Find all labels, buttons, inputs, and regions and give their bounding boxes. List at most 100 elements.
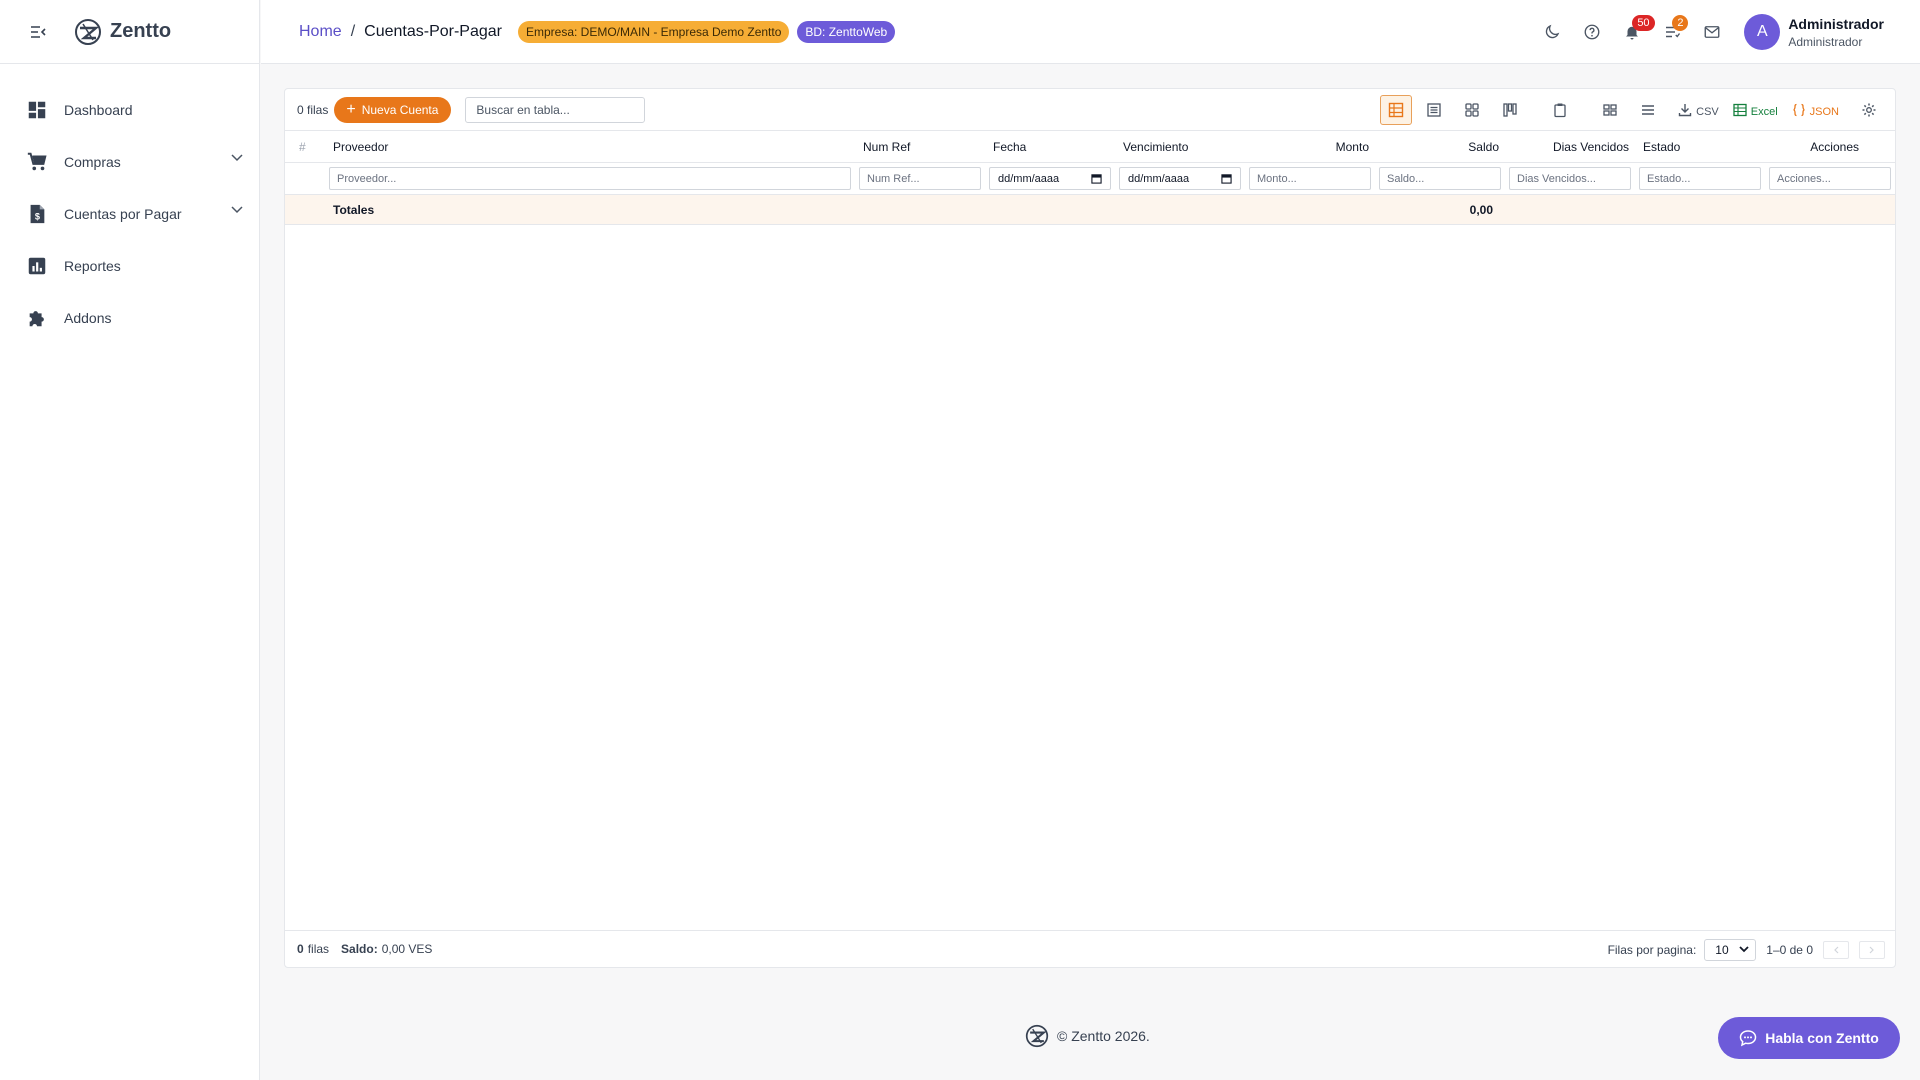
column-header-fecha[interactable]: Fecha [993,140,1026,154]
prev-page-button[interactable] [1823,940,1849,959]
breadcrumb-home-link[interactable]: Home [299,23,342,41]
sidebar-item-addons[interactable]: Addons [0,292,259,344]
dashboard-icon [28,101,46,119]
copyright-text: © Zentto 2026. [1057,1028,1150,1044]
filter-dias-vencidos-input[interactable] [1509,167,1631,190]
kanban-view-button[interactable] [1494,95,1526,125]
tasks-count-badge: 2 [1672,15,1689,31]
table-search-input[interactable] [465,96,646,123]
sidebar: Zentto Dashboard Compras $ Cuentas por P… [0,0,260,1080]
export-json-button[interactable]: JSON [1792,95,1839,125]
sidebar-item-cuentas-por-pagar[interactable]: $ Cuentas por Pagar [0,188,259,240]
totals-label: Totales [333,203,375,217]
cart-icon [27,152,47,171]
chevron-down-icon [231,154,243,162]
avatar[interactable]: A [1744,14,1781,50]
export-excel-button[interactable]: Excel [1733,95,1778,125]
sidebar-item-label: Reportes [64,258,121,274]
page-range: 1–0 de 0 [1766,942,1813,957]
list-view-icon [1427,103,1441,117]
sidebar-item-reportes[interactable]: Reportes [0,240,259,292]
filter-vencimiento-date[interactable]: dd/mm/aaaa [1119,167,1241,190]
new-account-button[interactable]: + Nueva Cuenta [334,96,452,123]
export-excel-label: Excel [1750,106,1778,118]
column-header-estado[interactable]: Estado [1643,140,1680,154]
notifications-button[interactable]: 50 [1612,12,1655,52]
puzzle-icon [29,311,44,327]
page-footer: © Zentto 2026. [1025,1024,1150,1048]
column-header-dias-vencidos[interactable]: Dias Vencidos [1553,140,1629,154]
breadcrumb-current: Cuentas-Por-Pagar [364,22,502,40]
database-badge[interactable]: BD: ZenttoWeb [797,20,896,43]
column-header-proveedor[interactable]: Proveedor [333,140,388,154]
table-header-row: # Proveedor Num Ref Fecha Vencimiento Mo… [285,131,1895,163]
sidebar-nav: Dashboard Compras $ Cuentas por Pagar Re… [0,64,259,344]
view-controls: CSV Excel JSON [1374,95,1885,125]
chat-with-zentto-button[interactable]: Habla con Zentto [1718,1017,1900,1059]
menu-collapse-icon[interactable] [28,22,48,42]
app-logo[interactable]: Zentto [74,18,171,46]
kanban-icon [1503,103,1517,117]
breadcrumb-separator: / [350,22,356,40]
rows-per-page-select[interactable]: 10 [1704,938,1757,961]
filter-num-ref-input[interactable] [859,167,981,190]
saldo-value: 0,00 VES [381,942,433,956]
braces-icon [1792,103,1805,117]
export-csv-button[interactable]: CSV [1678,95,1719,125]
help-button[interactable] [1572,12,1612,52]
table-grid-icon [1388,102,1404,118]
settings-button[interactable] [1853,95,1885,125]
chevron-down-icon [1739,946,1749,953]
column-header-vencimiento[interactable]: Vencimiento [1123,140,1188,154]
columns-button[interactable] [1632,95,1664,125]
sidebar-item-label: Addons [64,310,112,326]
row-total-label: filas [307,942,330,956]
table-filter-row: dd/mm/aaaa dd/mm/aaaa [285,163,1895,195]
cards-view-button[interactable] [1456,95,1488,125]
density-button[interactable] [1594,95,1626,125]
filter-acciones-input[interactable] [1769,167,1891,190]
filter-fecha-date[interactable]: dd/mm/aaaa [989,167,1111,190]
clipboard-button[interactable] [1544,95,1576,125]
rows-per-page-value: 10 [1715,942,1729,957]
data-grid-panel: 0 filas + Nueva Cuenta Buscar en tabla..… [284,88,1896,968]
download-icon [1678,104,1692,117]
dark-mode-button[interactable] [1532,12,1572,52]
topbar: Home / Cuentas-Por-Pagar Empresa: DEMO/M… [261,0,1920,64]
table-view-button[interactable] [1380,95,1413,125]
column-header-monto[interactable]: Monto [1336,140,1369,154]
user-name: Administrador [1788,15,1884,32]
sidebar-item-dashboard[interactable]: Dashboard [0,84,259,136]
invoice-dollar-icon: $ [30,204,45,224]
user-menu[interactable]: Administrador Administrador [1788,16,1884,49]
next-page-button[interactable] [1859,940,1885,959]
filter-fecha-value: dd/mm/aaaa [998,172,1060,185]
calendar-icon [1091,174,1102,184]
filter-estado-input[interactable] [1639,167,1761,190]
menu-lines-icon [1642,105,1655,115]
export-json-label: JSON [1809,106,1839,118]
grid-footer: 0 filas Saldo: 0,00 VES Filas por pagina… [285,930,1895,967]
totals-saldo: 0,00 [1469,203,1493,217]
notifications-count-badge: 50 [1632,15,1655,31]
mail-icon [1704,26,1720,38]
sidebar-item-label: Compras [64,154,121,170]
topbar-actions: 50 2 A Administrador Administrador [1532,0,1884,64]
detail-view-button[interactable] [1418,95,1450,125]
new-account-label: Nueva Cuenta [361,102,439,117]
chevron-down-icon [231,206,243,214]
sidebar-item-compras[interactable]: Compras [0,136,259,188]
tasks-button[interactable]: 2 [1652,12,1692,52]
pagination: Filas por pagina: 10 1–0 de 0 [1608,931,1885,968]
column-header-acciones[interactable]: Acciones [1810,140,1859,154]
sidebar-item-label: Cuentas por Pagar [64,206,182,222]
column-header-num-ref[interactable]: Num Ref [863,140,910,154]
zentto-logo-icon [1025,1024,1049,1048]
empresa-badge[interactable]: Empresa: DEMO/MAIN - Empresa Demo Zentto [517,20,790,43]
filter-saldo-input[interactable] [1379,167,1501,190]
filter-monto-input[interactable] [1249,167,1371,190]
messages-button[interactable] [1692,12,1732,52]
svg-text:$: $ [35,212,40,222]
column-header-saldo[interactable]: Saldo [1468,140,1499,154]
filter-proveedor-input[interactable] [329,167,851,190]
